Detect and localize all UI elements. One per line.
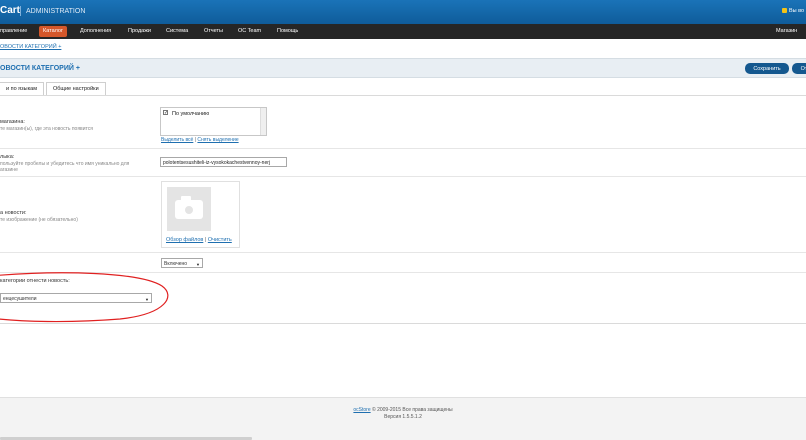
lock-icon	[782, 8, 787, 13]
camera-lens-icon	[182, 203, 196, 217]
brand-subtitle: ADMINISTRATION	[26, 8, 86, 15]
row-divider	[0, 148, 806, 149]
tab-languages[interactable]: и по языкам	[0, 82, 44, 95]
tab-divider	[0, 95, 806, 96]
category-value: енцесушители	[3, 296, 37, 302]
seo-help-cont: агазине	[0, 167, 18, 173]
menu-item-dashboard[interactable]: правление	[0, 28, 27, 34]
brand-divider	[20, 6, 21, 16]
camera-placeholder	[167, 187, 211, 231]
image-help: те изображение (не обязательно)	[0, 217, 78, 223]
category-select[interactable]: енцесушители ▼	[0, 293, 152, 303]
copyright-text: © 2009-2015 Все права защищены	[370, 407, 453, 413]
page-title: ОВОСТИ КАТЕГОРИЙ +	[0, 65, 80, 72]
store-list: ✓ По умолчанию	[160, 107, 267, 136]
breadcrumb[interactable]: ОВОСТИ КАТЕГОРИЙ +	[0, 44, 61, 50]
store-label: магазина:	[0, 119, 25, 125]
save-button[interactable]: Сохранить	[745, 63, 789, 74]
menu-item-sales[interactable]: Продажи	[128, 28, 151, 34]
store-help: те магазин(ы), где эта новость появится	[0, 126, 93, 132]
row-divider	[0, 272, 806, 273]
menu-item-help[interactable]: Помощь	[277, 28, 298, 34]
store-list-scrollbar[interactable]	[260, 108, 266, 135]
store-checkbox[interactable]: ✓	[163, 110, 168, 116]
ocstore-link[interactable]: ocStore	[353, 407, 370, 413]
status-value: Включено	[164, 261, 188, 267]
menu-item-catalog[interactable]: Каталог	[39, 26, 67, 37]
logged-in-text: Вы во	[789, 8, 805, 14]
tab-general-settings[interactable]: Общие настройки	[46, 82, 106, 95]
menu-item-system[interactable]: Система	[166, 28, 188, 34]
footer-version: Версия 1.5.5.1.2	[384, 414, 422, 420]
browse-files-link[interactable]: Обзор файлов	[166, 237, 203, 243]
image-preview: Обзор файлов | Очистить	[161, 181, 240, 248]
top-header: Cart ADMINISTRATION Вы во	[0, 0, 806, 24]
seo-label: лыка:	[0, 154, 15, 160]
page-header: ОВОСТИ КАТЕГОРИЙ + Сохранить От	[0, 58, 806, 78]
menu-item-extensions[interactable]: Дополнения	[80, 28, 111, 34]
seo-help: пользуйте пробелы и убедитесь что имя ун…	[0, 161, 130, 167]
image-links: Обзор файлов | Очистить	[166, 237, 232, 243]
dropdown-arrow-icon: ▼	[145, 296, 149, 302]
menu-item-oc-team[interactable]: OC Team	[238, 28, 261, 34]
dropdown-arrow-icon: ▼	[196, 261, 200, 267]
category-label: категории отнести новость:	[0, 278, 70, 284]
menu-item-reports[interactable]: Отчеты	[204, 28, 223, 34]
select-all-link[interactable]: Выделить всё	[161, 137, 193, 143]
store-option-default[interactable]: По умолчанию	[172, 111, 209, 117]
status-select[interactable]: Включено ▼	[161, 258, 203, 268]
deselect-link[interactable]: Снять выделение	[197, 137, 238, 143]
seo-keyword-input[interactable]: polotentsesushiteli-iz-vysokokachestvenn…	[160, 157, 287, 167]
clear-image-link[interactable]: Очистить	[208, 237, 232, 243]
footer-copyright: ocStore © 2009-2015 Все права защищены	[0, 407, 806, 413]
row-divider	[0, 176, 806, 177]
image-label: а новости:	[0, 210, 27, 216]
brand-logo[interactable]: Cart	[0, 5, 20, 16]
footer: ocStore © 2009-2015 Все права защищены В…	[0, 397, 806, 440]
menu-item-store[interactable]: Магазин	[776, 28, 797, 34]
cancel-button[interactable]: От	[792, 63, 806, 74]
row-divider	[0, 252, 806, 253]
main-menu: правление Каталог Дополнения Продажи Сис…	[0, 24, 806, 39]
content-divider	[0, 323, 806, 324]
store-select-links: Выделить всё | Снять выделение	[161, 137, 239, 143]
